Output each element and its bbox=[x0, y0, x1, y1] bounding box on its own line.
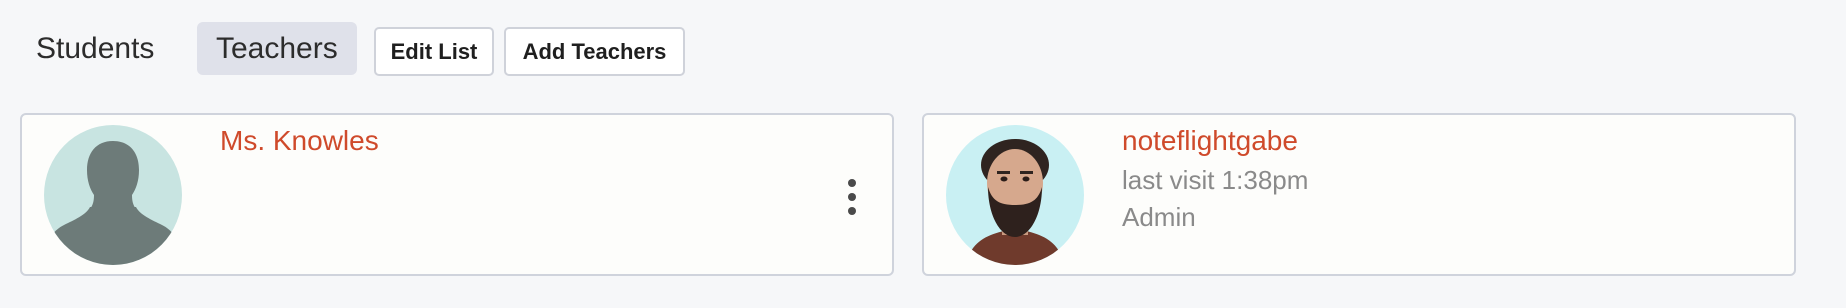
tab-teachers[interactable]: Teachers bbox=[197, 22, 357, 75]
user-photo-icon bbox=[946, 125, 1084, 265]
avatar bbox=[44, 125, 182, 265]
teacher-card: Ms. Knowles bbox=[20, 113, 894, 276]
teacher-card: noteflightgabe last visit 1:38pm Admin bbox=[922, 113, 1796, 276]
teacher-name[interactable]: Ms. Knowles bbox=[220, 125, 379, 157]
vertical-ellipsis-icon[interactable] bbox=[844, 177, 860, 217]
last-visit-text: last visit 1:38pm bbox=[1122, 165, 1309, 195]
edit-list-button[interactable]: Edit List bbox=[374, 27, 494, 76]
role-label: Admin bbox=[1122, 202, 1196, 232]
toolbar: Students Teachers Edit List Add Teachers bbox=[0, 0, 1846, 100]
teacher-name[interactable]: noteflightgabe bbox=[1122, 125, 1298, 157]
avatar bbox=[946, 125, 1084, 265]
tab-students[interactable]: Students bbox=[17, 22, 173, 75]
add-teachers-button[interactable]: Add Teachers bbox=[504, 27, 685, 76]
default-avatar-icon bbox=[44, 125, 182, 265]
